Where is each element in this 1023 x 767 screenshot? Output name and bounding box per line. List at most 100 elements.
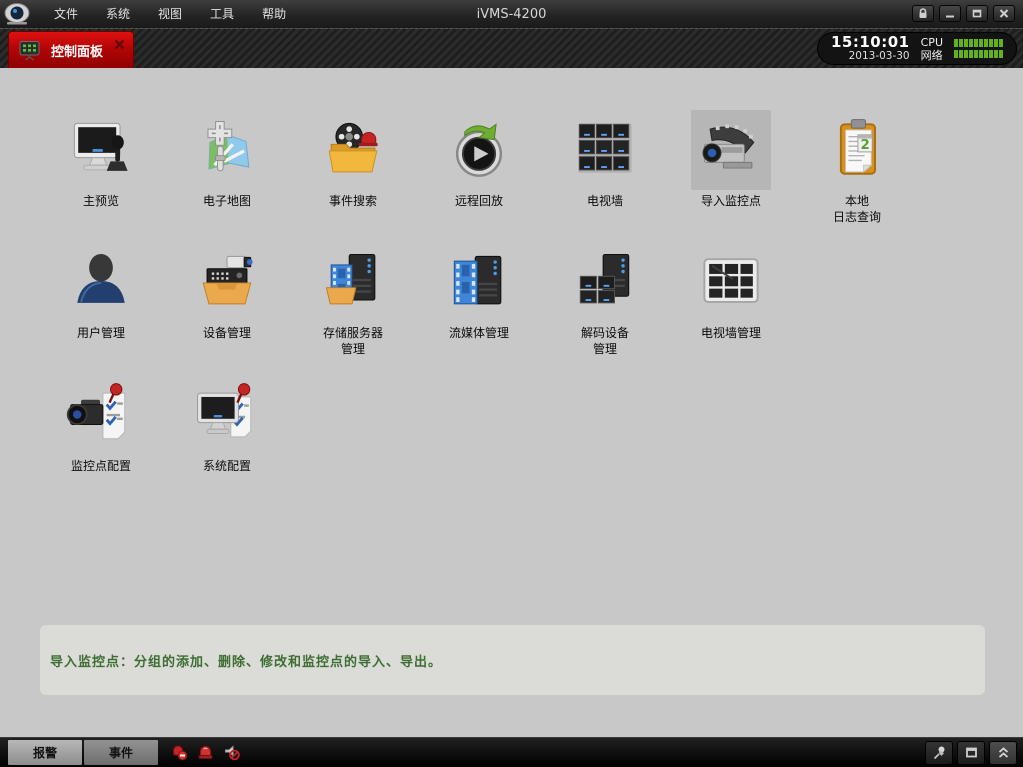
module-description-text: 导入监控点：分组的添加、删除、修改和监控点的导入、导出。 bbox=[50, 651, 442, 670]
module-label: 系统配置 bbox=[203, 458, 251, 474]
module-main-preview[interactable]: 主预览 bbox=[38, 110, 164, 209]
module-label: 事件搜索 bbox=[329, 193, 377, 209]
collapse-button[interactable] bbox=[989, 741, 1017, 765]
menu-bar: 文件 系统 视图 工具 帮助 bbox=[40, 1, 300, 28]
module-label: 电子地图 bbox=[203, 193, 251, 209]
module-icon-box bbox=[61, 375, 141, 455]
module-decode-device-mgmt[interactable]: 解码设备 管理 bbox=[542, 242, 668, 357]
cpu-usage-bar bbox=[954, 39, 1003, 47]
local-log-icon: 2 bbox=[819, 112, 895, 188]
module-grid: 主预览 电子地图 事件搜索 远程回放 bbox=[0, 68, 1023, 474]
module-label: 远程回放 bbox=[455, 193, 503, 209]
module-icon-box bbox=[187, 242, 267, 322]
module-system-config[interactable]: 系统配置 bbox=[164, 375, 290, 474]
minimize-icon bbox=[944, 8, 956, 19]
tab-bar: 控制面板 15:10:01 2013-03-30 CPU 网络 bbox=[0, 29, 1023, 68]
camera-config-icon bbox=[63, 377, 139, 453]
title-bar: 文件 系统 视图 工具 帮助 iVMS-4200 bbox=[0, 0, 1023, 29]
alarm-clear-icon[interactable] bbox=[171, 744, 188, 761]
module-tv-wall[interactable]: 电视墙 bbox=[542, 110, 668, 209]
module-icon-box bbox=[187, 110, 267, 190]
lock-icon bbox=[917, 8, 929, 19]
alarm-tab[interactable]: 报警 bbox=[8, 740, 82, 765]
menu-file[interactable]: 文件 bbox=[40, 1, 92, 28]
module-icon-box bbox=[691, 110, 771, 190]
tvwall-mgmt-icon bbox=[693, 244, 769, 320]
module-label: 解码设备 管理 bbox=[581, 325, 629, 357]
alarm-siren-icon[interactable] bbox=[197, 744, 214, 761]
module-tvwall-mgmt[interactable]: 电视墙管理 bbox=[668, 242, 794, 341]
module-label: 导入监控点 bbox=[701, 193, 761, 209]
module-icon-box bbox=[313, 110, 393, 190]
network-label: 网络 bbox=[921, 49, 943, 62]
module-icon-box bbox=[61, 242, 141, 322]
module-icon-box bbox=[313, 242, 393, 322]
module-label: 本地 日志查询 bbox=[833, 193, 881, 225]
tv-wall-icon bbox=[567, 112, 643, 188]
module-label: 电视墙 bbox=[587, 193, 623, 209]
control-panel-icon bbox=[17, 38, 42, 63]
module-icon-box bbox=[439, 242, 519, 322]
module-stream-media-mgmt[interactable]: 流媒体管理 bbox=[416, 242, 542, 341]
device-mgmt-icon bbox=[189, 244, 265, 320]
maximize-button[interactable] bbox=[966, 5, 988, 22]
module-label: 设备管理 bbox=[203, 325, 251, 341]
module-row: 用户管理 设备管理 存储服务器 管理 bbox=[38, 225, 1023, 357]
minimize-button[interactable] bbox=[939, 5, 961, 22]
close-icon bbox=[998, 8, 1010, 19]
system-status-pill: 15:10:01 2013-03-30 CPU 网络 bbox=[817, 32, 1017, 65]
module-icon-box bbox=[439, 110, 519, 190]
module-user-mgmt[interactable]: 用户管理 bbox=[38, 242, 164, 341]
module-icon-box bbox=[691, 242, 771, 322]
module-icon-box bbox=[565, 110, 645, 190]
module-icon-box bbox=[61, 110, 141, 190]
module-remote-playback[interactable]: 远程回放 bbox=[416, 110, 542, 209]
pin-button[interactable] bbox=[925, 741, 953, 765]
menu-help[interactable]: 帮助 bbox=[248, 1, 300, 28]
module-icon-box: 2 bbox=[817, 110, 897, 190]
menu-tools[interactable]: 工具 bbox=[196, 1, 248, 28]
cpu-label: CPU bbox=[921, 36, 943, 49]
tab-close-icon[interactable] bbox=[113, 38, 125, 50]
module-import-camera[interactable]: 导入监控点 bbox=[668, 110, 794, 209]
module-label: 主预览 bbox=[83, 193, 119, 209]
module-label: 用户管理 bbox=[77, 325, 125, 341]
lock-button[interactable] bbox=[912, 5, 934, 22]
module-emap[interactable]: 电子地图 bbox=[164, 110, 290, 209]
module-local-log[interactable]: 2 本地 日志查询 bbox=[794, 110, 920, 225]
module-description-panel: 导入监控点：分组的添加、删除、修改和监控点的导入、导出。 bbox=[40, 625, 985, 695]
module-event-search[interactable]: 事件搜索 bbox=[290, 110, 416, 209]
module-icon-box bbox=[187, 375, 267, 455]
tab-control-panel[interactable]: 控制面板 bbox=[8, 31, 134, 68]
restore-panel-button[interactable] bbox=[957, 741, 985, 765]
network-usage-bar bbox=[954, 50, 1003, 58]
status-bar: 报警 事件 bbox=[0, 737, 1023, 767]
window-controls bbox=[912, 5, 1015, 22]
module-device-mgmt[interactable]: 设备管理 bbox=[164, 242, 290, 341]
module-camera-config[interactable]: 监控点配置 bbox=[38, 375, 164, 474]
decode-device-mgmt-icon bbox=[567, 244, 643, 320]
module-label: 流媒体管理 bbox=[449, 325, 509, 341]
menu-view[interactable]: 视图 bbox=[144, 1, 196, 28]
pin-icon bbox=[932, 745, 947, 760]
close-button[interactable] bbox=[993, 5, 1015, 22]
import-camera-icon bbox=[693, 112, 769, 188]
event-search-icon bbox=[315, 112, 391, 188]
module-storage-server-mgmt[interactable]: 存储服务器 管理 bbox=[290, 242, 416, 357]
tab-label: 控制面板 bbox=[51, 41, 103, 60]
module-icon-box bbox=[565, 242, 645, 322]
collapse-icon bbox=[996, 745, 1011, 760]
menu-system[interactable]: 系统 bbox=[92, 1, 144, 28]
system-config-icon bbox=[189, 377, 265, 453]
event-tab[interactable]: 事件 bbox=[84, 740, 158, 765]
module-label: 电视墙管理 bbox=[701, 325, 761, 341]
module-label: 监控点配置 bbox=[71, 458, 131, 474]
storage-server-mgmt-icon bbox=[315, 244, 391, 320]
stream-media-mgmt-icon bbox=[441, 244, 517, 320]
app-logo-icon bbox=[0, 1, 36, 28]
control-panel-content: 主预览 电子地图 事件搜索 远程回放 bbox=[0, 68, 1023, 737]
emap-icon bbox=[189, 112, 265, 188]
clock-time: 15:10:01 bbox=[831, 35, 910, 50]
alarm-mute-icon[interactable] bbox=[223, 744, 240, 761]
maximize-icon bbox=[971, 8, 983, 19]
